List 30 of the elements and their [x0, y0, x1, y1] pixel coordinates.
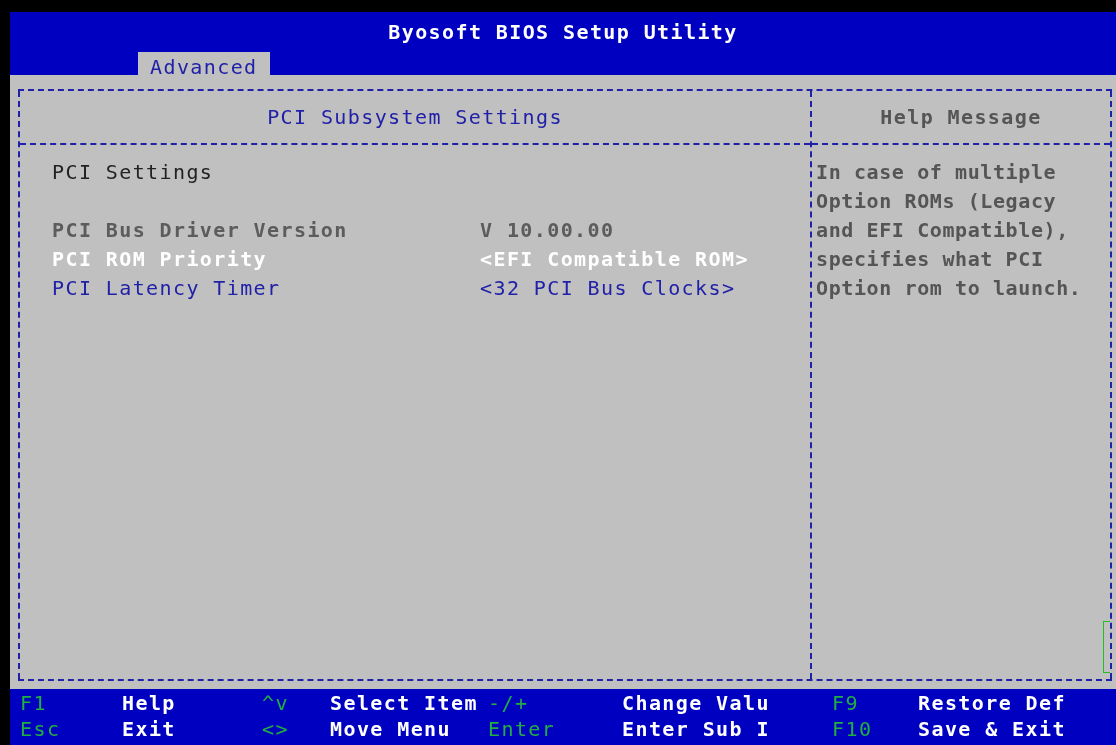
key-action: Help	[122, 691, 177, 717]
panel-title: PCI Subsystem Settings	[20, 91, 810, 145]
window-title: Byosoft BIOS Setup Utility	[388, 20, 738, 44]
help-text: specifies what PCI	[816, 245, 1045, 273]
key-action: Save & Exit	[918, 717, 1067, 743]
key-hint: F10	[832, 717, 874, 743]
key-hint: F9	[832, 691, 860, 717]
setting-label[interactable]: PCI Latency Timer	[52, 275, 480, 300]
setting-value[interactable]: <32 PCI Bus Clocks>	[480, 275, 736, 300]
key-action: Select Item	[330, 691, 479, 717]
key-action: Change Valu	[622, 691, 771, 717]
key-hint: -/+	[488, 691, 530, 717]
key-action: Exit	[122, 717, 177, 743]
key-action: Move Menu	[330, 717, 452, 743]
help-title: Help Message	[812, 91, 1110, 145]
setting-value: V 10.00.00	[480, 217, 615, 242]
key-hint: ^v	[262, 691, 290, 717]
key-hint: F1	[20, 691, 48, 717]
help-text: Option rom to launch.	[816, 274, 1083, 302]
scroll-marker	[1103, 621, 1110, 673]
help-text: In case of multiple	[816, 158, 1058, 186]
section-heading: PCI Settings	[52, 159, 215, 184]
key-hint: Enter	[488, 717, 557, 743]
key-hint: <>	[262, 717, 290, 743]
key-hint: Esc	[20, 717, 62, 743]
help-text: and EFI Compatible),	[816, 216, 1070, 244]
key-action: Enter Sub I	[622, 717, 771, 743]
setting-label: PCI Bus Driver Version	[52, 217, 349, 242]
help-text: Option ROMs (Legacy	[816, 187, 1058, 215]
key-action: Restore Def	[918, 691, 1067, 717]
